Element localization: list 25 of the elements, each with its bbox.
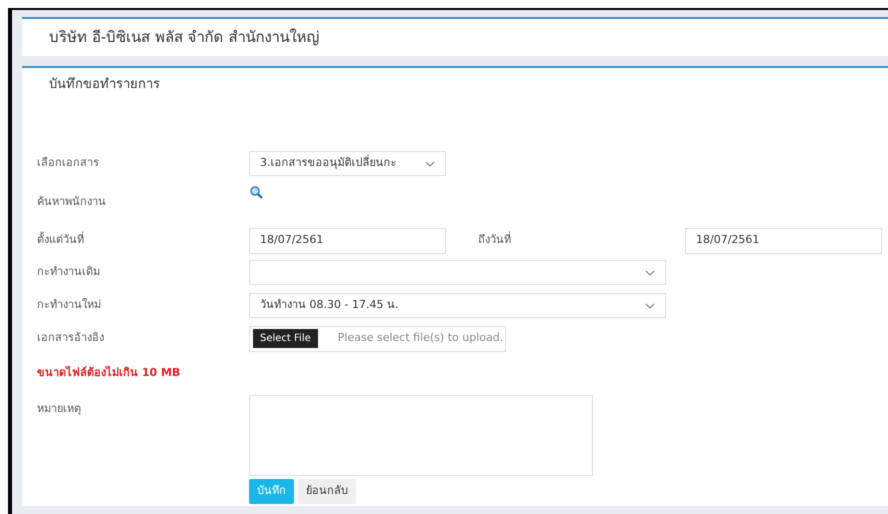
back-button[interactable]: ย้อนกลับ	[298, 479, 356, 504]
file-upload-field[interactable]: Select File Please select file(s) to upload.	[249, 326, 506, 352]
field-label: หมายเหตุ	[37, 401, 82, 417]
dropdown-field[interactable]: วันทำงาน 08.30 - 17.45 น.	[249, 293, 666, 318]
date-field[interactable]: 18/07/2561	[249, 228, 446, 254]
dropdown-field[interactable]	[249, 260, 666, 285]
field-label: ค้นหาพนักงาน	[37, 194, 107, 210]
chevron-down-icon	[645, 270, 655, 276]
select-file-button[interactable]: Select File	[253, 329, 318, 348]
dropdown-field[interactable]: 3.เอกสารขออนุมัติเปลี่ยนกะ	[249, 151, 446, 176]
chevron-down-icon	[645, 302, 655, 308]
field-label: กะทำงานเดิม	[37, 264, 101, 280]
remarks-textarea[interactable]	[249, 395, 593, 476]
field-label: ถึงวันที่	[478, 232, 512, 248]
file-size-note: ขนาดไฟล์ต้องไม่เกิน 10 MB	[37, 364, 182, 381]
date-field[interactable]: 18/07/2561	[685, 228, 882, 254]
panel-title: บันทึกขอทำรายการ	[49, 76, 160, 94]
field-label: เอกสารอ้างอิง	[37, 330, 105, 346]
chevron-down-icon	[425, 160, 435, 166]
field-label: ตั้งแต่วันที่	[37, 232, 85, 248]
field-label: เลือกเอกสาร	[37, 155, 100, 172]
company-title: บริษัท อี-บิซิเนส พลัส จำกัด สำนักงานใหญ่	[49, 27, 320, 48]
file-placeholder: Please select file(s) to upload.	[338, 330, 504, 346]
search-icon[interactable]	[250, 186, 263, 199]
field-label: กะทำงานใหม่	[37, 297, 102, 314]
